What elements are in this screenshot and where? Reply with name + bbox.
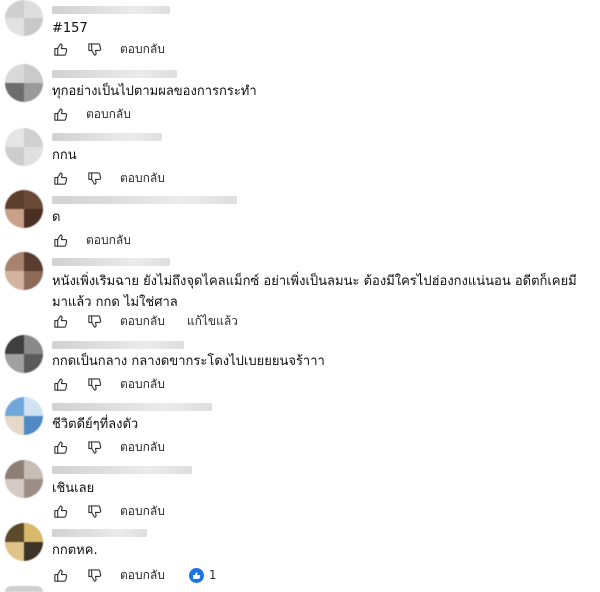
edited-label[interactable]: แก้ไขแล้ว [187,312,238,331]
reply-button[interactable]: ตอบกลับ [120,566,165,585]
like-reaction-icon [188,567,204,583]
thumbs-up-icon[interactable] [52,170,68,186]
avatar[interactable] [5,397,43,435]
commenter-name[interactable] [52,341,184,349]
reaction-count-value: 1 [208,568,217,582]
thumbs-down-icon[interactable] [86,503,102,519]
avatar[interactable] [5,128,43,166]
reply-button[interactable]: ตอบกลับ [120,169,165,188]
commenter-name[interactable] [52,6,170,14]
thumbs-up-icon[interactable] [52,106,68,122]
avatar[interactable] [5,460,43,498]
avatar[interactable] [5,335,43,373]
thumbs-down-icon[interactable] [86,313,102,329]
thumbs-up-icon[interactable] [52,232,68,248]
thumbs-up-icon[interactable] [52,376,68,392]
reply-button[interactable]: ตอบกลับ [120,312,165,331]
commenter-name[interactable] [52,403,212,411]
reply-button[interactable]: ตอบกลับ [86,231,131,250]
commenter-name[interactable] [52,70,177,78]
thumbs-down-icon[interactable] [86,567,102,583]
commenter-name[interactable] [52,529,147,537]
comment-text: หนังเพิ่งเริมฉาย ยังไม่ถึงจุดไคลแม็กซ์ อ… [52,274,577,310]
avatar[interactable] [5,64,43,102]
thumbs-down-icon[interactable] [86,41,102,57]
comment-text: กกดเป็นกลาง กลางดขากระโดงไปเบยยยนจร้าาา [52,354,325,369]
commenter-name[interactable] [52,196,237,204]
comment-actions: ตอบกลับ [52,168,165,188]
thumbs-up-icon[interactable] [52,503,68,519]
thumbs-down-icon[interactable] [86,376,102,392]
avatar[interactable] [5,0,43,36]
avatar[interactable] [5,190,43,228]
comment-text: ด [52,210,61,225]
reaction-count[interactable]: 1 [188,567,217,583]
avatar[interactable] [5,252,43,290]
comment-actions: ตอบกลับ แก้ไขแล้ว [52,311,238,331]
thumbs-up-icon[interactable] [52,41,68,57]
reply-button[interactable]: ตอบกลับ [86,105,131,124]
comment-text: กกตหค. [52,543,98,558]
reply-button[interactable]: ตอบกลับ [120,375,165,394]
commenter-name[interactable] [52,466,192,474]
comment-actions: ตอบกลับ [52,230,131,250]
comment-actions: ตอบกลับ [52,39,165,59]
comment-text: ชีวิตดีย์ๆที่ลงตัว [52,417,139,432]
comment-text: ทุกอย่างเป็นไปตามผลของการกระทำ [52,84,257,99]
avatar[interactable] [5,523,43,561]
comment-text: #157 [52,21,88,36]
comment-actions: ตอบกลับ [52,501,165,521]
reply-button[interactable]: ตอบกลับ [120,40,165,59]
comment-actions: ตอบกลับ 1 [52,565,217,585]
comment-actions: ตอบกลับ [52,437,165,457]
avatar[interactable] [5,586,43,592]
reply-button[interactable]: ตอบกลับ [120,502,165,521]
reply-button[interactable]: ตอบกลับ [120,438,165,457]
comment-text: กกน [52,148,77,163]
thumbs-down-icon[interactable] [86,439,102,455]
commenter-name[interactable] [52,133,162,141]
comment-text: เชินเลย [52,481,95,496]
thumbs-up-icon[interactable] [52,567,68,583]
thumbs-up-icon[interactable] [52,313,68,329]
thumbs-up-icon[interactable] [52,439,68,455]
comment-actions: ตอบกลับ [52,374,165,394]
comment-actions: ตอบกลับ [52,104,131,124]
thumbs-down-icon[interactable] [86,170,102,186]
commenter-name[interactable] [52,258,170,266]
